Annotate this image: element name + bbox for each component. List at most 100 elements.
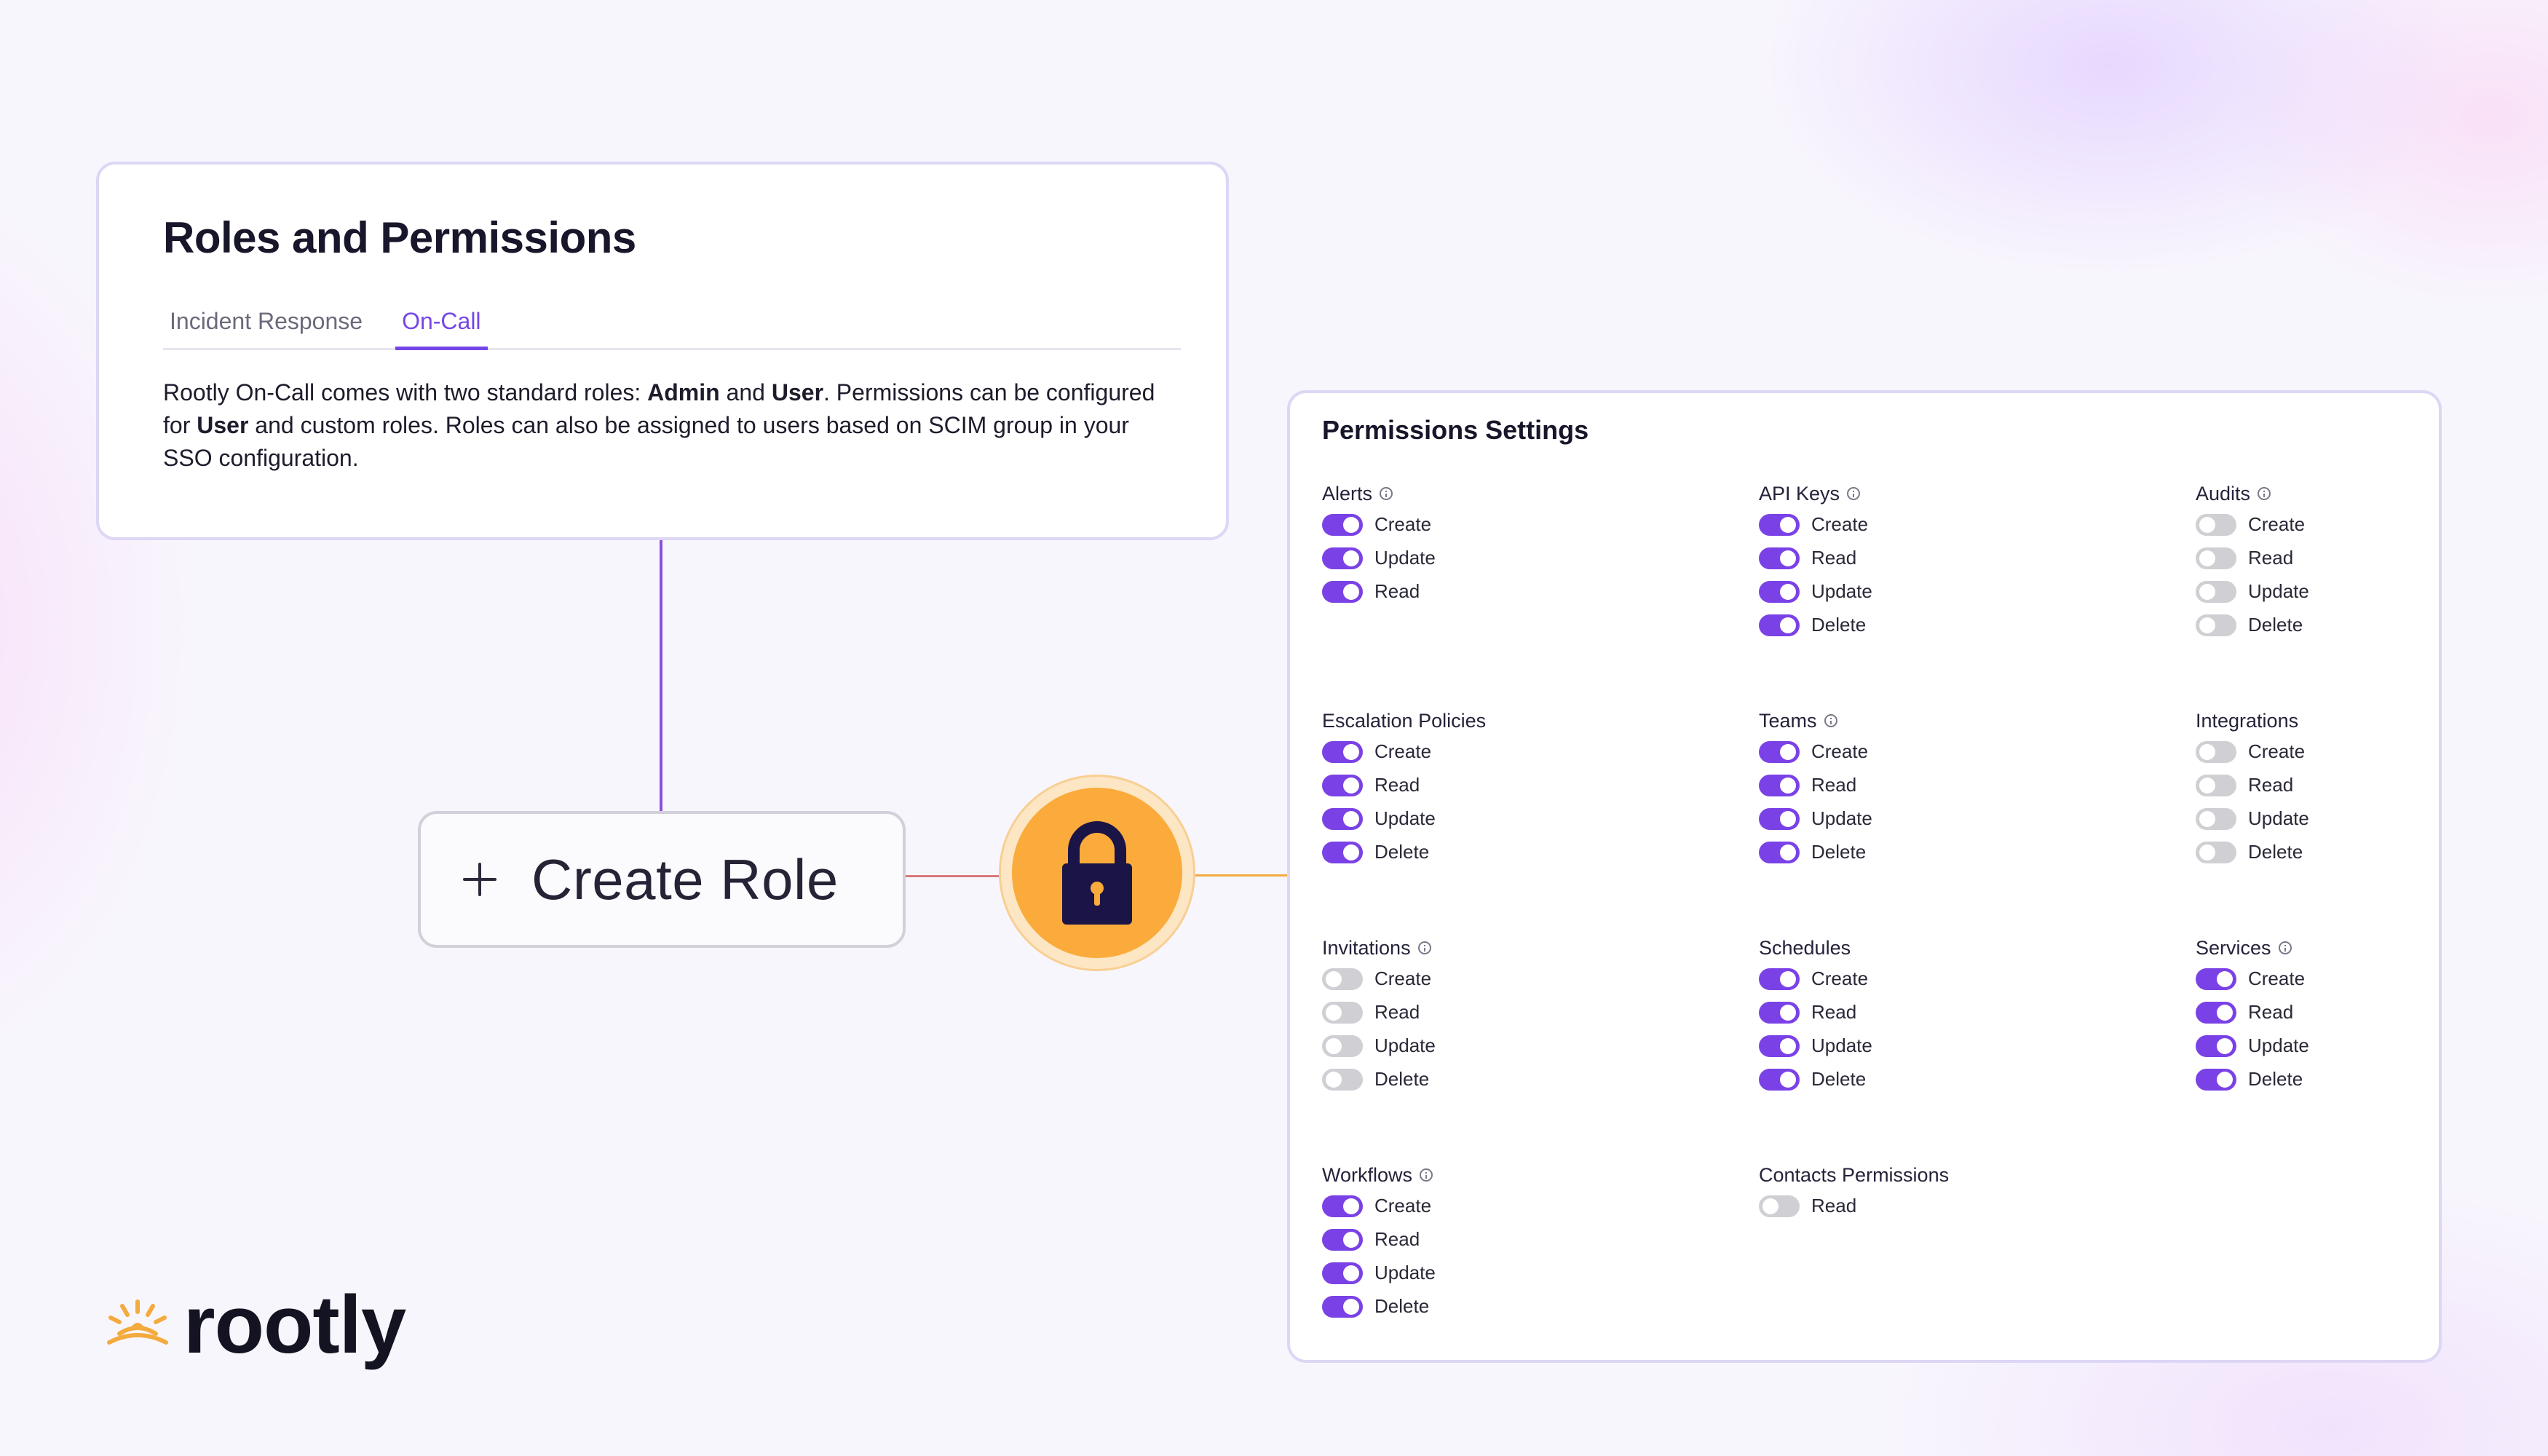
permission-label: Create [1374,513,1432,535]
permission-row: Update [1759,802,2167,836]
permission-toggle-delete[interactable] [1322,1295,1363,1318]
permission-toggle-create[interactable] [1759,968,1800,990]
permission-row: Create [1759,735,2167,769]
permission-group-audits: Audits Create Read Update Delete [2196,479,2548,642]
info-icon[interactable] [1380,487,1393,500]
create-role-button[interactable]: Create Role [418,811,906,948]
info-icon[interactable] [2258,487,2271,500]
permission-row: Update [1322,541,1730,575]
permission-toggle-update[interactable] [1322,547,1363,569]
permission-row: Create [1322,962,1730,996]
permission-toggle-read[interactable] [1322,774,1363,796]
permission-group-title: Contacts Permissions [1759,1163,1950,1186]
permission-toggle-update[interactable] [2196,580,2236,603]
permission-label: Create [2248,513,2306,535]
info-icon[interactable] [1420,1168,1433,1182]
permission-toggle-delete[interactable] [1322,841,1363,863]
roles-permissions-card: Roles and Permissions Incident Response … [96,162,1229,540]
info-icon[interactable] [2278,941,2292,954]
permission-toggle-update[interactable] [1759,1034,1800,1057]
permission-toggle-create[interactable] [2196,513,2236,536]
permission-label: Read [2248,774,2294,796]
permission-toggle-create[interactable] [1322,513,1363,536]
page-title: Roles and Permissions [163,213,636,262]
permission-toggle-update[interactable] [1759,807,1800,830]
info-icon[interactable] [1847,487,1861,500]
permission-group-workflows: Workflows Create Read Update Delete [1322,1160,1730,1324]
permission-toggle-read[interactable] [1759,1195,1800,1217]
permission-row: Update [2196,574,2548,609]
permission-toggle-create[interactable] [1759,740,1800,763]
permission-label: Update [1374,807,1436,829]
info-icon[interactable] [1417,941,1431,954]
permission-group-contacts-permissions: Contacts Permissions Read [1759,1160,2167,1223]
permission-toggle-delete[interactable] [1322,1068,1363,1091]
permission-label: Create [2248,968,2306,989]
permission-toggle-delete[interactable] [2196,614,2236,636]
tab-on-call[interactable]: On-Call [395,301,488,350]
permission-toggle-update[interactable] [1759,580,1800,603]
permission-group-title: Audits [2196,482,2251,505]
permission-group-integrations: Integrations Create Read Update Delete [2196,706,2548,869]
permission-toggle-update[interactable] [1322,1034,1363,1057]
info-icon[interactable] [1824,714,1837,727]
permission-toggle-update[interactable] [2196,1034,2236,1057]
permission-row: Create [1322,1189,1730,1223]
permission-toggle-delete[interactable] [1759,1068,1800,1091]
permission-row: Delete [2196,1062,2548,1096]
permission-toggle-read[interactable] [1322,1001,1363,1024]
permission-label: Read [1374,774,1420,796]
permission-toggle-update[interactable] [1322,1262,1363,1284]
permission-label: Read [1811,1195,1857,1216]
permission-toggle-delete[interactable] [2196,1068,2236,1091]
permission-toggle-create[interactable] [1322,740,1363,763]
permission-group-title: Integrations [2196,709,2299,732]
permission-toggle-create[interactable] [1322,1195,1363,1217]
permission-toggle-create[interactable] [1322,968,1363,990]
permission-row: Delete [1759,608,2167,642]
permission-label: Read [2248,1001,2294,1023]
permission-label: Delete [2248,1068,2303,1090]
role-tabs: Incident Response On-Call [163,301,1181,350]
permission-group-title: Schedules [1759,936,1851,959]
permission-toggle-delete[interactable] [1759,841,1800,863]
permission-toggle-create[interactable] [1759,513,1800,536]
permission-label: Delete [2248,614,2303,636]
connector-line-vertical [660,540,662,812]
permission-toggle-update[interactable] [1322,807,1363,830]
permission-toggle-read[interactable] [1322,580,1363,603]
tab-incident-response[interactable]: Incident Response [163,301,369,350]
permission-toggle-read[interactable] [1322,1228,1363,1251]
permission-row: Read [1759,1189,2167,1223]
permission-group-title: Teams [1759,709,1817,732]
permission-label: Update [1811,1034,1872,1056]
permission-row: Update [1759,574,2167,609]
permission-row: Delete [2196,835,2548,869]
permission-toggle-read[interactable] [1759,547,1800,569]
permission-toggle-update[interactable] [2196,807,2236,830]
permission-row: Delete [2196,608,2548,642]
permission-label: Delete [1374,1295,1430,1317]
permission-toggle-read[interactable] [1759,774,1800,796]
permission-label: Update [2248,580,2309,602]
permission-toggle-delete[interactable] [1759,614,1800,636]
permission-toggle-read[interactable] [2196,774,2236,796]
permission-group-title: Alerts [1322,482,1373,505]
permission-group-title: Escalation Policies [1322,709,1487,732]
permission-toggle-delete[interactable] [2196,841,2236,863]
permission-row: Delete [1322,1289,1730,1324]
permission-toggle-read[interactable] [2196,547,2236,569]
permission-row: Update [1322,1029,1730,1063]
permission-toggle-create[interactable] [2196,968,2236,990]
permission-toggle-read[interactable] [2196,1001,2236,1024]
permission-group-escalation-policies: Escalation Policies Create Read Update Delet… [1322,706,1730,869]
create-role-label: Create Role [531,847,839,911]
permission-label: Delete [1374,1068,1430,1090]
permission-row: Read [1322,768,1730,802]
permission-label: Read [1811,774,1857,796]
permission-toggle-create[interactable] [2196,740,2236,763]
permission-toggle-read[interactable] [1759,1001,1800,1024]
permission-label: Delete [1374,841,1430,863]
permission-row: Update [1322,802,1730,836]
plus-icon [463,863,496,896]
